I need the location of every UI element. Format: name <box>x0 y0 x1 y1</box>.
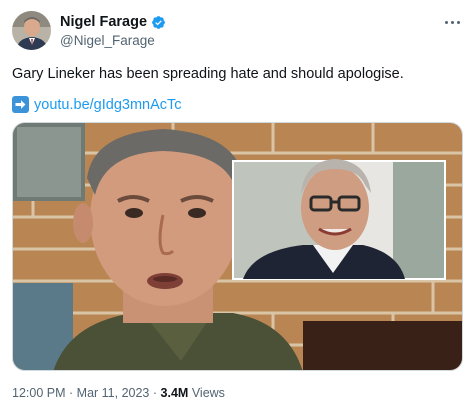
tweet-text: Gary Lineker has been spreading hate and… <box>12 66 404 82</box>
author-handle[interactable]: @Nigel_Farage <box>60 33 155 48</box>
tweet-date[interactable]: Mar 11, 2023 <box>77 386 150 400</box>
views-count: 3.4M <box>160 386 189 400</box>
more-options-icon[interactable] <box>440 12 464 32</box>
tweet-link[interactable]: youtu.be/gIdg3mnAcTc <box>34 97 182 113</box>
author-display-name[interactable]: Nigel Farage <box>60 14 147 30</box>
tweet-media-video-thumbnail[interactable] <box>12 122 463 371</box>
views-label: Views <box>191 386 225 400</box>
author-avatar[interactable] <box>12 11 51 50</box>
tweet-card: Nigel Farage @Nigel_Farage Gary Lineker … <box>0 0 474 411</box>
meta-separator: · <box>69 386 74 400</box>
author-name-row: Nigel Farage <box>60 14 166 30</box>
right-arrow-emoji-icon <box>12 96 29 113</box>
tweet-time[interactable]: 12:00 PM <box>12 386 66 400</box>
tweet-meta: 12:00 PM · Mar 11, 2023 · 3.4M Views <box>12 386 225 400</box>
meta-separator: · <box>152 386 158 400</box>
verified-badge-icon <box>151 15 166 30</box>
tweet-link-row: youtu.be/gIdg3mnAcTc <box>12 96 182 113</box>
